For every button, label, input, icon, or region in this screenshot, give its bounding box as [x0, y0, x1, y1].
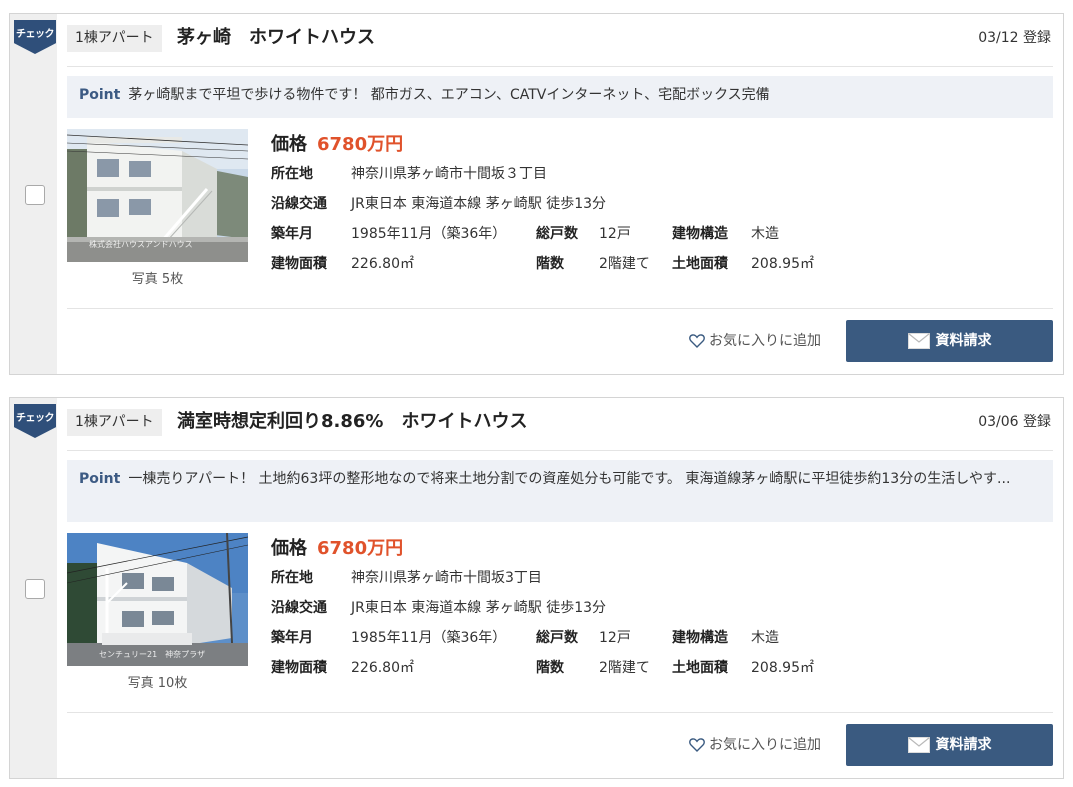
point-text: 一棟売りアパート！ 土地約63坪の整形地なので将来土地分割での資産処分も可能です… [128, 471, 1011, 487]
transit-value: JR東日本 東海道本線 茅ヶ崎駅 徒歩13分 [351, 600, 607, 616]
transit-value: JR東日本 東海道本線 茅ヶ崎駅 徒歩13分 [351, 196, 607, 212]
land-area-value: 208.95㎡ [751, 660, 814, 676]
header-divider [67, 450, 1053, 451]
request-label: 資料請求 [935, 333, 992, 349]
price-value: 6780万円 [317, 134, 404, 155]
registered-date: 03/06 登録 [978, 414, 1051, 430]
floors-value: 2階建て [599, 256, 650, 272]
floors-label: 階数 [536, 660, 564, 676]
property-title-link[interactable]: 満室時想定利回り8.86% ホワイトハウス [177, 409, 527, 435]
units-label: 総戸数 [536, 630, 578, 646]
add-favorite-link[interactable]: お気に入りに追加 [689, 320, 821, 362]
add-favorite-link[interactable]: お気に入りに追加 [689, 724, 821, 766]
request-info-button[interactable]: 資料請求 [846, 320, 1053, 362]
land-area-value: 208.95㎡ [751, 256, 814, 272]
header-divider [67, 66, 1053, 67]
built-value: 1985年11月（築36年） [351, 630, 507, 646]
floor-area-value: 226.80㎡ [351, 256, 414, 272]
property-details: 価格 6780万円 所在地 神奈川県茅ヶ崎市十間坂３丁目 沿線交通 JR東日本 東… [271, 130, 1053, 272]
envelope-icon [907, 737, 930, 753]
built-label: 築年月 [271, 630, 313, 646]
favorite-label: お気に入りに追加 [709, 737, 821, 753]
photo-count-caption: 写真 5枚 [131, 272, 184, 287]
property-type-badge: 1棟アパート [67, 25, 162, 52]
transit-label: 沿線交通 [271, 196, 327, 212]
photo-watermark: センチュリー21 神奈プラザ [99, 649, 205, 659]
address-value: 神奈川県茅ヶ崎市十間坂３丁目 [351, 166, 547, 182]
built-label: 築年月 [271, 226, 313, 242]
photo-count-caption: 写真 10枚 [127, 676, 188, 691]
card-main: 1棟アパート 満室時想定利回り8.86% ホワイトハウス 03/06 登録 Po… [67, 398, 1053, 778]
property-card: チェック 1棟アパート 茅ヶ崎 ホワイトハウス 03/12 登録 Point 茅ヶ… [9, 13, 1064, 375]
card-left-strip: チェック [10, 14, 57, 374]
floor-area-value: 226.80㎡ [351, 660, 414, 676]
select-checkbox[interactable] [25, 185, 45, 205]
address-label: 所在地 [271, 166, 313, 182]
point-label: Point [79, 87, 121, 103]
footer-divider [67, 308, 1053, 309]
structure-label: 建物構造 [672, 226, 728, 242]
heart-outline-icon [689, 738, 705, 752]
price-row: 価格 6780万円 [271, 534, 1053, 562]
property-title-link[interactable]: 茅ヶ崎 ホワイトハウス [177, 25, 375, 51]
point-box: Point 茅ヶ崎駅まで平坦で歩ける物件です！ 都市ガス、エアコン、CATVインタ… [67, 76, 1053, 118]
address-value: 神奈川県茅ヶ崎市十間坂3丁目 [351, 570, 542, 586]
request-info-button[interactable]: 資料請求 [846, 724, 1053, 766]
point-box: Point 一棟売りアパート！ 土地約63坪の整形地なので将来土地分割での資産処分… [67, 460, 1053, 522]
footer-divider [67, 712, 1053, 713]
check-ribbon-label: チェック [16, 29, 55, 40]
select-checkbox[interactable] [25, 579, 45, 599]
price-row: 価格 6780万円 [271, 130, 1053, 158]
check-ribbon-label: チェック [16, 413, 55, 424]
check-ribbon-icon: チェック [14, 404, 56, 438]
structure-label: 建物構造 [672, 630, 728, 646]
point-text: 茅ヶ崎駅まで平坦で歩ける物件です！ 都市ガス、エアコン、CATVインターネット、… [128, 87, 770, 103]
address-label: 所在地 [271, 570, 313, 586]
card-header: 1棟アパート 茅ヶ崎 ホワイトハウス 03/12 登録 [67, 25, 1053, 53]
floors-label: 階数 [536, 256, 564, 272]
check-ribbon-icon: チェック [14, 20, 56, 54]
structure-value: 木造 [751, 226, 779, 242]
card-left-strip: チェック [10, 398, 57, 778]
card-header: 1棟アパート 満室時想定利回り8.86% ホワイトハウス 03/06 登録 [67, 409, 1053, 437]
price-label: 価格 [271, 134, 307, 155]
land-area-label: 土地面積 [672, 256, 728, 272]
units-value: 12戸 [599, 226, 631, 242]
favorite-label: お気に入りに追加 [709, 333, 821, 349]
apartment-photo-illustration: 株式会社ハウスアンドハウス [67, 129, 248, 262]
units-label: 総戸数 [536, 226, 578, 242]
units-value: 12戸 [599, 630, 631, 646]
card-main: 1棟アパート 茅ヶ崎 ホワイトハウス 03/12 登録 Point 茅ヶ崎駅まで平… [67, 14, 1053, 374]
property-photo[interactable]: 株式会社ハウスアンドハウス [67, 129, 248, 262]
transit-label: 沿線交通 [271, 600, 327, 616]
envelope-icon [907, 333, 930, 349]
property-photo[interactable]: センチュリー21 神奈プラザ [67, 533, 248, 666]
property-type-badge: 1棟アパート [67, 409, 162, 436]
floors-value: 2階建て [599, 660, 650, 676]
built-value: 1985年11月（築36年） [351, 226, 507, 242]
land-area-label: 土地面積 [672, 660, 728, 676]
structure-value: 木造 [751, 630, 779, 646]
price-label: 価格 [271, 538, 307, 559]
floor-area-label: 建物面積 [271, 660, 327, 676]
apartment-photo-illustration: センチュリー21 神奈プラザ [67, 533, 248, 666]
registered-date: 03/12 登録 [978, 30, 1051, 46]
price-value: 6780万円 [317, 538, 404, 559]
property-card: チェック 1棟アパート 満室時想定利回り8.86% ホワイトハウス 03/06 … [9, 397, 1064, 779]
heart-outline-icon [689, 334, 705, 348]
request-label: 資料請求 [935, 737, 992, 753]
photo-watermark: 株式会社ハウスアンドハウス [89, 239, 193, 249]
point-label: Point [79, 471, 121, 487]
property-details: 価格 6780万円 所在地 神奈川県茅ヶ崎市十間坂3丁目 沿線交通 JR東日本 東… [271, 534, 1053, 676]
floor-area-label: 建物面積 [271, 256, 327, 272]
